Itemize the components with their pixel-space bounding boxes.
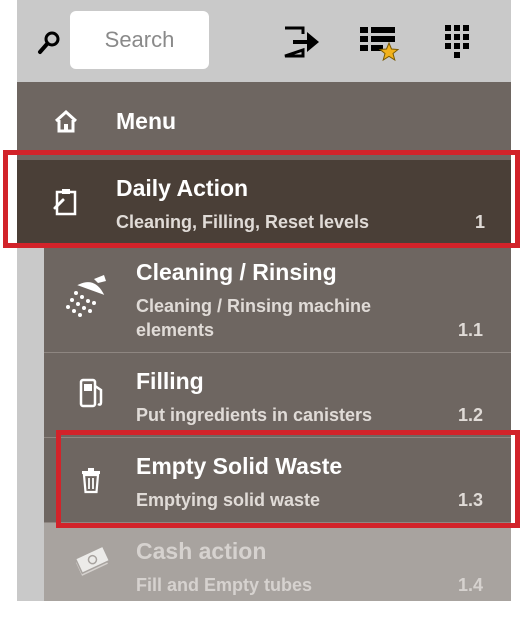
menu-header[interactable]: Menu [17, 82, 511, 160]
search-input[interactable]: Search [70, 11, 209, 69]
menu-item-empty-solid-waste[interactable]: Empty Solid Waste Emptying solid waste 1… [44, 438, 511, 523]
menu-item-number: 1.2 [458, 405, 484, 425]
menu-item-title: Cash action [136, 538, 267, 564]
menu-item-number: 1.1 [458, 320, 484, 340]
menu-item-cleaning-rinsing[interactable]: Cleaning / Rinsing Cleaning / Rinsing ma… [44, 245, 511, 353]
menu-item-number: 1 [475, 212, 486, 232]
menu-item-subtitle: Put ingredients in canisters [136, 405, 373, 425]
shower-icon [64, 273, 110, 324]
trash-icon [80, 468, 102, 499]
menu-item-title: Cleaning / Rinsing [136, 259, 337, 285]
logout-icon[interactable] [281, 22, 325, 62]
menu-item-daily-action[interactable]: Daily Action Cleaning, Filling, Reset le… [17, 160, 511, 245]
submenu-indent [17, 245, 44, 601]
menu-item-subtitle-line2: elements [136, 320, 215, 340]
cash-icon [72, 543, 112, 584]
menu-label: Menu [116, 108, 177, 134]
menu-item-subtitle: Cleaning, Filling, Reset levels [116, 212, 370, 232]
menu-item-number: 1.3 [458, 490, 484, 510]
menu-item-subtitle-line1: Cleaning / Rinsing machine [136, 296, 372, 316]
menu-item-title: Empty Solid Waste [136, 453, 343, 479]
menu-item-title: Filling [136, 368, 204, 394]
menu-item-number: 1.4 [458, 575, 484, 595]
menu-item-title: Daily Action [116, 175, 249, 201]
menu-item-subtitle: Fill and Empty tubes [136, 575, 313, 595]
favorites-list-icon[interactable] [357, 22, 401, 62]
search-icon[interactable] [35, 28, 65, 58]
menu-item-filling[interactable]: Filling Put ingredients in canisters 1.2 [44, 353, 511, 438]
menu-item-cash-action[interactable]: Cash action Fill and Empty tubes 1.4 [44, 523, 511, 601]
home-icon [53, 108, 79, 139]
keypad-icon[interactable] [435, 22, 479, 62]
clipboard-icon [51, 186, 81, 223]
menu-item-subtitle: Emptying solid waste [136, 490, 321, 510]
fuel-icon [77, 376, 107, 417]
toolbar: Search [17, 0, 511, 82]
